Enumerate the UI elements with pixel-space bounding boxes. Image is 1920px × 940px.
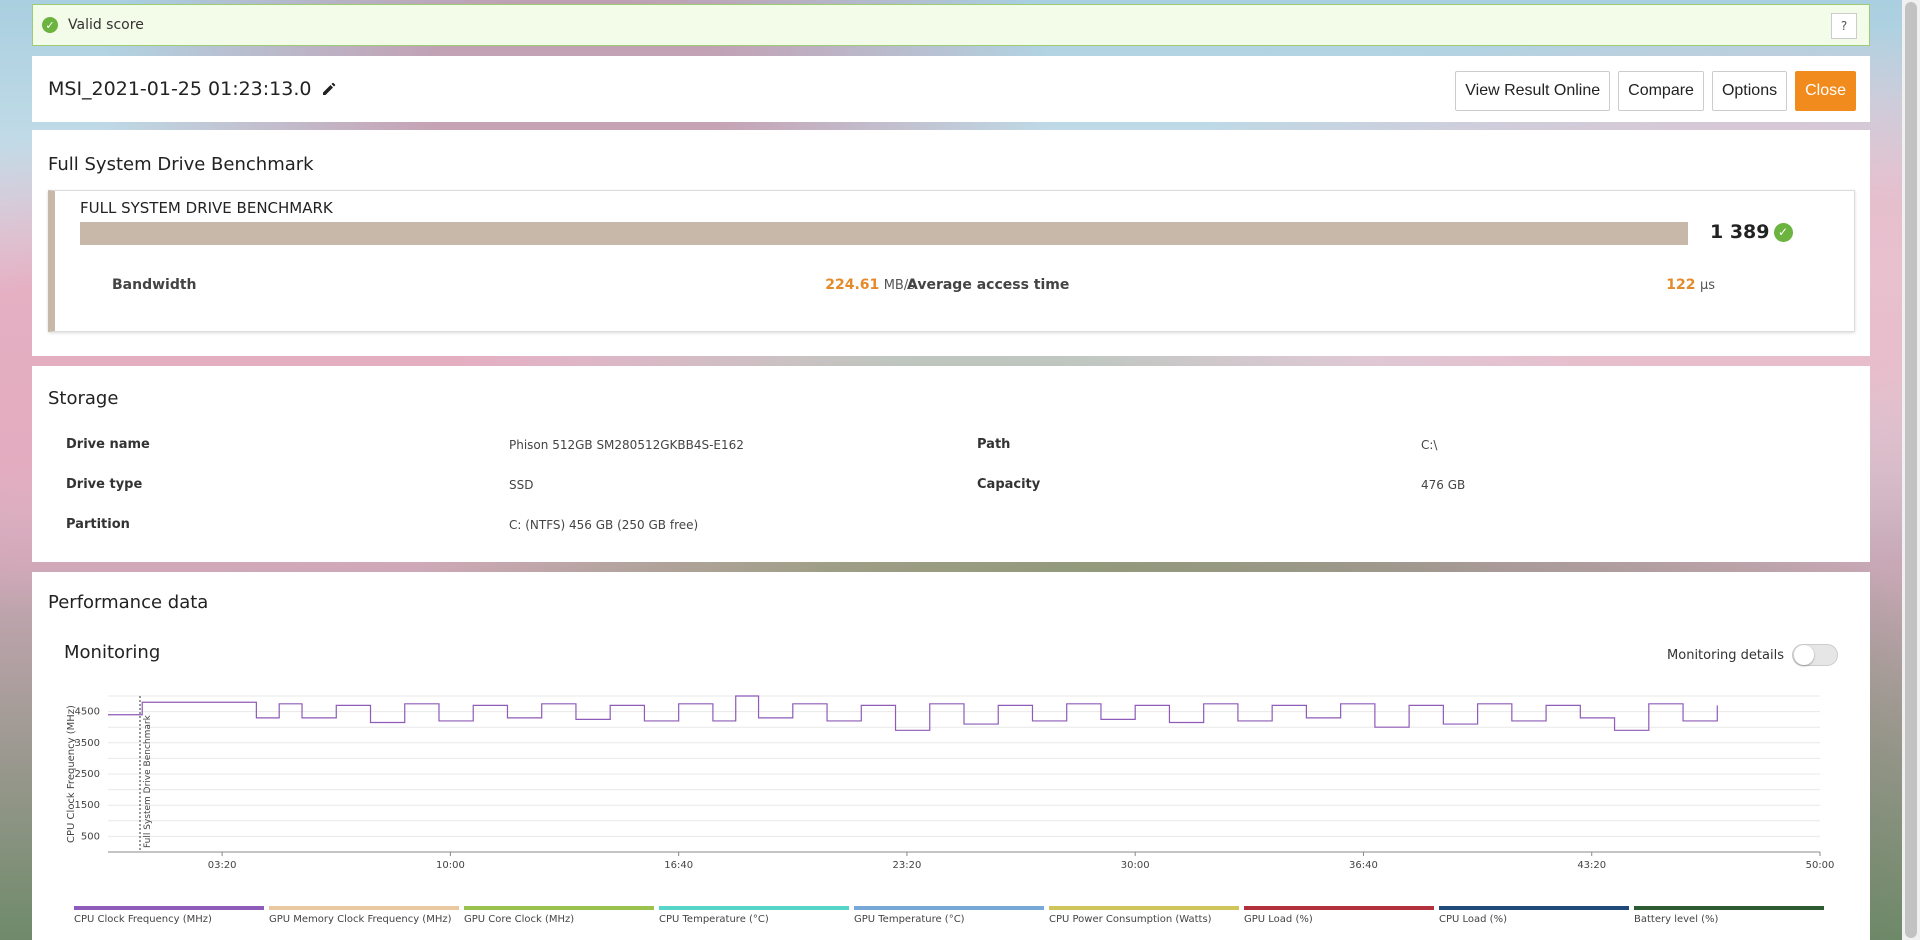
drive-name-label: Drive name: [66, 437, 150, 452]
legend-label: CPU Load (%): [1439, 914, 1507, 925]
legend-label: GPU Memory Clock Frequency (MHz): [269, 914, 452, 925]
legend-label: GPU Core Clock (MHz): [464, 914, 575, 925]
legend-swatch: [464, 906, 654, 910]
benchmark-card: FULL SYSTEM DRIVE BENCHMARK 1 389 ✓ Band…: [48, 190, 1855, 332]
capacity-value: 476 GB: [1421, 478, 1466, 492]
compare-button[interactable]: Compare: [1618, 71, 1704, 111]
chart-legend: CPU Clock Frequency (MHz) GPU Memory Cloc…: [74, 906, 1824, 925]
section-title: Full System Drive Benchmark: [48, 154, 314, 175]
y-tick-label: 4500: [75, 707, 100, 718]
legend-label: CPU Power Consumption (Watts): [1049, 914, 1212, 925]
access-time-value: 122 μs: [1666, 277, 1715, 293]
x-tick-label: 30:00: [1121, 860, 1150, 871]
section-title: Storage: [48, 388, 119, 409]
x-tick-label: 03:20: [208, 860, 237, 871]
page-scrollbar[interactable]: [1902, 0, 1920, 940]
legend-item[interactable]: GPU Memory Clock Frequency (MHz): [269, 906, 459, 925]
legend-item[interactable]: CPU Load (%): [1439, 906, 1629, 925]
drive-type-label: Drive type: [66, 477, 143, 492]
x-tick-label: 16:40: [664, 860, 693, 871]
close-button[interactable]: Close: [1795, 71, 1856, 111]
legend-item[interactable]: GPU Core Clock (MHz): [464, 906, 654, 925]
performance-section: Performance data Monitoring Monitoring d…: [32, 572, 1870, 940]
path-value: C:\: [1421, 438, 1438, 452]
y-tick-label: 500: [81, 831, 100, 842]
y-tick-label: 3500: [75, 738, 100, 749]
legend-label: CPU Temperature (°C): [659, 914, 769, 925]
score-bar: [80, 222, 1688, 245]
valid-score-banner: ✓ Valid score ?: [32, 4, 1870, 46]
options-button[interactable]: Options: [1711, 71, 1788, 111]
legend-item[interactable]: CPU Clock Frequency (MHz): [74, 906, 264, 925]
y-tick-label: 1500: [75, 800, 100, 811]
monitoring-details-label: Monitoring details: [1667, 647, 1784, 663]
legend-item[interactable]: CPU Power Consumption (Watts): [1049, 906, 1239, 925]
monitoring-details-control: Monitoring details: [1667, 644, 1838, 666]
legend-label: GPU Load (%): [1244, 914, 1313, 925]
x-tick-label: 36:40: [1349, 860, 1378, 871]
storage-section: Storage Drive name Phison 512GB SM280512…: [32, 366, 1870, 562]
benchmark-score: 1 389 ✓: [1710, 221, 1793, 243]
legend-swatch: [854, 906, 1044, 910]
legend-swatch: [74, 906, 264, 910]
partition-label: Partition: [66, 517, 130, 532]
legend-label: CPU Clock Frequency (MHz): [74, 914, 212, 925]
legend-label: GPU Temperature (°C): [854, 914, 965, 925]
legend-item[interactable]: GPU Load (%): [1244, 906, 1434, 925]
x-tick-label: 43:20: [1577, 860, 1606, 871]
result-header: MSI_2021-01-25 01:23:13.0 View Result On…: [32, 56, 1870, 122]
legend-swatch: [1439, 906, 1629, 910]
legend-swatch: [1244, 906, 1434, 910]
toggle-knob: [1794, 645, 1814, 665]
drive-name-value: Phison 512GB SM280512GKBB4S-E162: [509, 438, 744, 452]
legend-swatch: [1049, 906, 1239, 910]
drive-type-value: SSD: [509, 478, 534, 492]
help-button[interactable]: ?: [1831, 13, 1857, 39]
monitoring-title: Monitoring: [64, 642, 161, 663]
legend-item[interactable]: GPU Temperature (°C): [854, 906, 1044, 925]
benchmark-card-title: FULL SYSTEM DRIVE BENCHMARK: [80, 199, 333, 217]
bandwidth-label: Bandwidth: [112, 277, 197, 293]
section-title: Performance data: [48, 592, 209, 613]
legend-item[interactable]: Battery level (%): [1634, 906, 1824, 925]
y-axis-label: CPU Clock Frequency (MHz): [66, 705, 77, 843]
access-time-label: Average access time: [907, 277, 1070, 293]
monitoring-chart: 500 1500 2500 3500 4500 03:20 10:00 16:40 23:20 3…: [66, 695, 1835, 871]
result-name: MSI_2021-01-25 01:23:13.0: [48, 78, 312, 100]
path-label: Path: [977, 437, 1011, 452]
monitoring-details-toggle[interactable]: [1792, 644, 1838, 666]
x-tick-label: 50:00: [1806, 860, 1835, 871]
valid-check-icon: ✓: [1773, 222, 1793, 242]
scrollbar-thumb[interactable]: [1905, 2, 1917, 938]
benchmark-section: Full System Drive Benchmark FULL SYSTEM …: [32, 130, 1870, 356]
x-tick-label: 10:00: [436, 860, 465, 871]
legend-swatch: [269, 906, 459, 910]
view-result-online-button[interactable]: View Result Online: [1455, 71, 1611, 111]
capacity-label: Capacity: [977, 477, 1041, 492]
pencil-icon[interactable]: [321, 81, 337, 97]
legend-swatch: [659, 906, 849, 910]
series-line-cpu-clock: [108, 695, 1718, 731]
check-icon: ✓: [42, 17, 58, 33]
bandwidth-value: 224.61 MB/s: [825, 277, 915, 293]
legend-label: Battery level (%): [1634, 914, 1719, 925]
benchmark-annotation: Full System Drive Benchmark: [143, 714, 153, 848]
x-tick-label: 23:20: [893, 860, 922, 871]
partition-value: C: (NTFS) 456 GB (250 GB free): [509, 518, 699, 532]
y-tick-label: 2500: [75, 769, 100, 780]
legend-swatch: [1634, 906, 1824, 910]
valid-score-text: Valid score: [68, 17, 144, 33]
legend-item[interactable]: CPU Temperature (°C): [659, 906, 849, 925]
